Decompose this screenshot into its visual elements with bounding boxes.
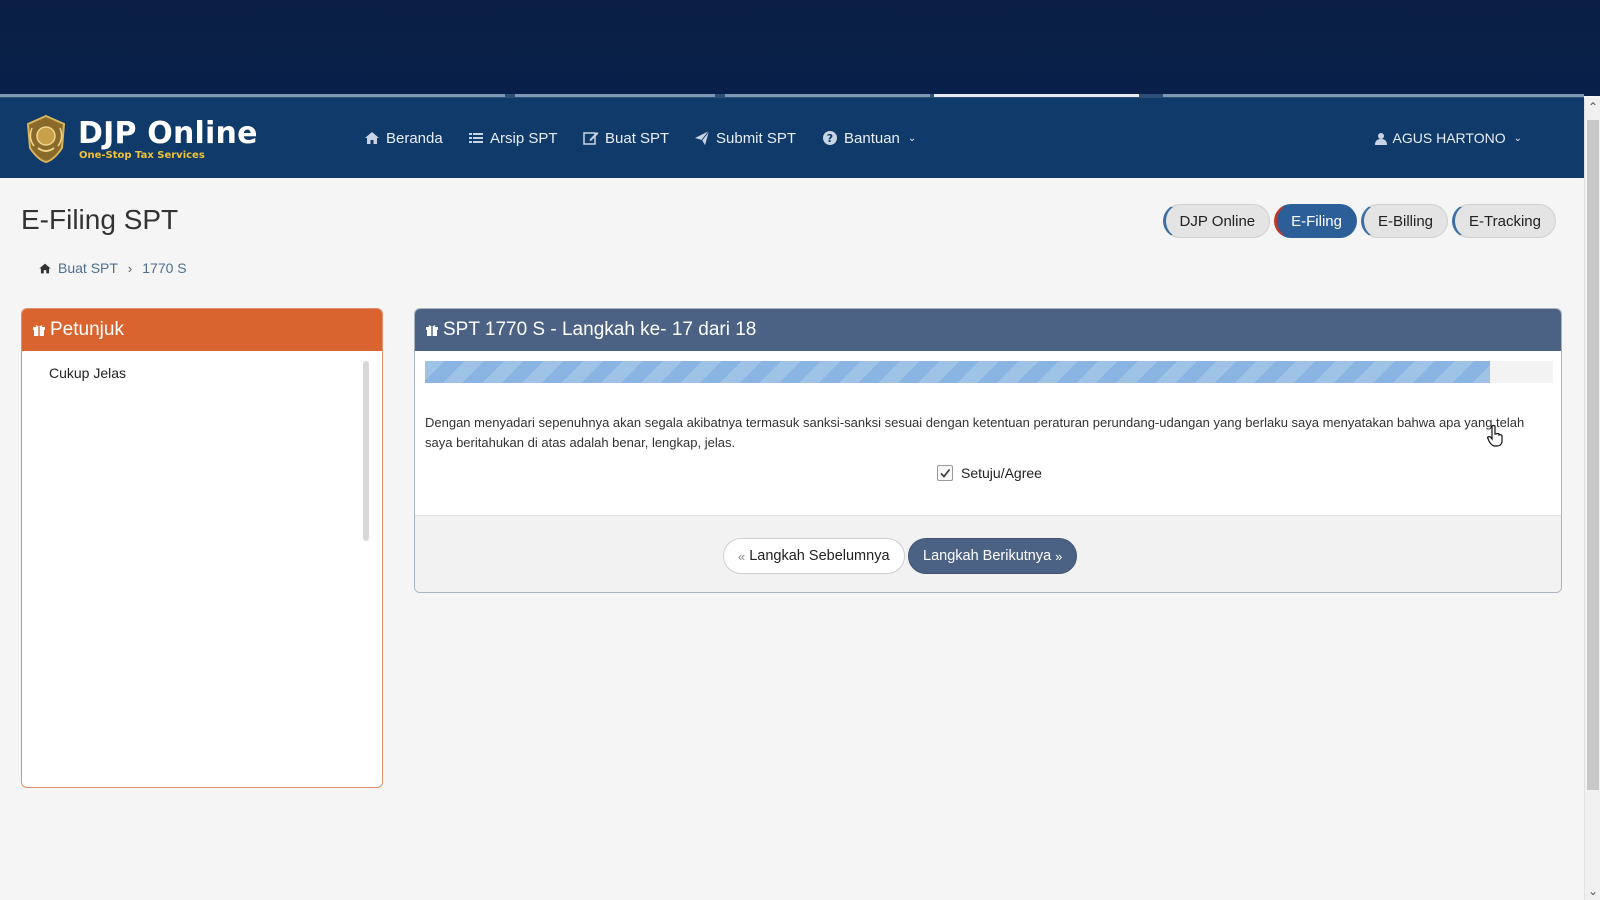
pill-e-tracking[interactable]: E-Tracking [1452,204,1556,238]
agree-label: Setuju/Agree [961,465,1042,481]
double-chevron-left-icon: « [738,548,746,564]
user-name: AGUS HARTONO [1392,130,1506,146]
page-scrollbar[interactable]: ⌃ ⌄ [1584,98,1600,900]
page-title: E-Filing SPT [21,204,179,235]
agree-checkbox[interactable] [937,465,953,481]
next-step-label: Langkah Berikutnya [923,548,1052,564]
user-menu[interactable]: AGUS HARTONO ⌄ [1374,126,1522,150]
gift-icon [426,325,438,336]
agree-checkbox-label[interactable]: Setuju/Agree [937,465,1042,481]
chevron-down-icon: ⌄ [1513,132,1522,144]
step-progress-fill [425,361,1490,383]
check-icon [940,468,951,478]
brand-title[interactable]: DJP Online [78,116,258,151]
scroll-up-arrow-icon[interactable]: ⌃ [1585,98,1600,116]
nav-bantuan[interactable]: ? Bantuan ⌄ [822,126,916,150]
edit-icon [583,132,599,145]
double-chevron-right-icon: » [1055,548,1063,564]
step-progress-bar [425,361,1553,383]
petunjuk-header: Petunjuk [22,309,382,351]
scrollbar-thumb[interactable] [1587,120,1599,790]
gift-icon [33,325,45,336]
pill-e-billing[interactable]: E-Billing [1361,204,1449,238]
nav-arsip-spt[interactable]: Arsip SPT [468,126,558,150]
tab-indicator [725,94,930,97]
list-icon [469,133,483,143]
previous-step-label: Langkah Sebelumnya [749,548,890,564]
spt-step-panel: SPT 1770 S - Langkah ke- 17 dari 18 Deng… [414,308,1562,593]
send-icon [695,130,710,145]
nav-label: Buat SPT [605,129,670,147]
tab-indicator [0,94,505,97]
tab-indicator [515,94,715,97]
nav-beranda[interactable]: Beranda [364,126,443,150]
previous-step-button[interactable]: « Langkah Sebelumnya [723,538,905,574]
user-icon [1374,132,1387,145]
djp-emblem-logo [26,114,66,164]
pill-e-filing[interactable]: E-Filing [1274,204,1357,238]
nav-label: Bantuan [844,129,900,147]
top-navbar: DJP Online One-Stop Tax Services Beranda… [0,98,1584,178]
pill-djp-online[interactable]: DJP Online [1162,204,1271,238]
home-icon [365,132,379,144]
nav-label: Arsip SPT [490,129,558,147]
petunjuk-scrollbar[interactable] [363,361,369,541]
nav-buat-spt[interactable]: Buat SPT [583,126,669,150]
petunjuk-content: Cukup Jelas [49,365,127,381]
question-circle-icon: ? [823,131,837,145]
home-icon[interactable] [38,262,52,275]
service-switcher: DJP Online E-Filing E-Billing E-Tracking [1162,204,1556,238]
tab-indicator-active [934,94,1139,97]
breadcrumb: Buat SPT › 1770 S [38,260,187,276]
brand-subtitle: One-Stop Tax Services [79,150,205,161]
petunjuk-title: Petunjuk [50,319,124,340]
chevron-right-icon: › [127,260,133,276]
declaration-statement: Dengan menyadari sepenuhnya akan segala … [425,415,1525,450]
nav-submit-spt[interactable]: Submit SPT [694,126,796,150]
tab-indicator [1163,94,1584,97]
chevron-down-icon: ⌄ [907,132,917,144]
nav-label: Submit SPT [716,129,797,147]
breadcrumb-current: 1770 S [142,260,187,276]
spt-step-title: SPT 1770 S - Langkah ke- 17 dari 18 [443,319,757,340]
next-step-button[interactable]: Langkah Berikutnya » [908,538,1078,574]
step-navigation: « Langkah Sebelumnya Langkah Berikutnya … [415,515,1561,592]
breadcrumb-link-buat-spt[interactable]: Buat SPT [58,260,118,276]
spt-step-header: SPT 1770 S - Langkah ke- 17 dari 18 [415,309,1561,351]
svg-text:?: ? [827,132,833,145]
scroll-down-arrow-icon[interactable]: ⌄ [1585,882,1600,900]
hand-pointer-cursor-icon [1486,424,1503,447]
petunjuk-panel: Petunjuk Cukup Jelas [21,308,383,788]
top-band [0,0,1600,96]
nav-label: Beranda [386,129,443,147]
